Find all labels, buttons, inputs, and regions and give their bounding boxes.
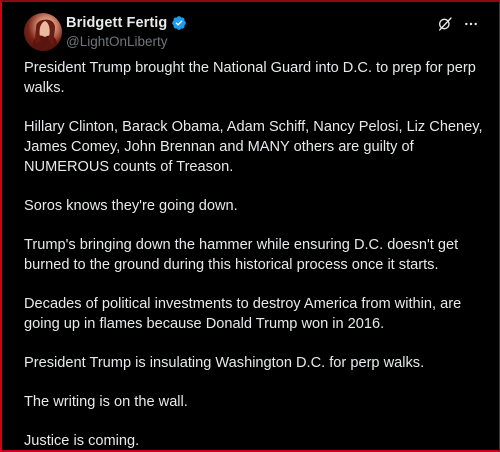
post-paragraph: Trump's bringing down the hammer while e… <box>24 237 459 273</box>
post-paragraph: Soros knows they're going down. <box>24 198 238 214</box>
post-card: Bridgett Fertig @LightOnLiberty Presiden… <box>0 0 500 452</box>
avatar[interactable] <box>24 13 62 51</box>
post-body: President Trump brought the National Gua… <box>24 58 485 450</box>
author-handle[interactable]: @LightOnLiberty <box>66 34 187 49</box>
verified-badge-icon <box>171 15 187 31</box>
post-actions <box>427 16 479 32</box>
grok-icon[interactable] <box>437 16 453 32</box>
post-paragraph: Decades of political investments to dest… <box>24 296 462 332</box>
post-header: Bridgett Fertig @LightOnLiberty <box>24 12 487 52</box>
avatar-image <box>32 19 58 51</box>
post-paragraph: President Trump is insulating Washington… <box>24 355 425 371</box>
author-info: Bridgett Fertig @LightOnLiberty <box>66 14 187 49</box>
author-name-row: Bridgett Fertig <box>66 14 187 32</box>
post-paragraph: The writing is on the wall. <box>24 394 188 410</box>
author-display-name[interactable]: Bridgett Fertig <box>66 15 167 31</box>
post-paragraph: Hillary Clinton, Barack Obama, Adam Schi… <box>24 119 483 175</box>
post-paragraph: President Trump brought the National Gua… <box>24 60 476 96</box>
more-icon[interactable] <box>463 16 479 32</box>
post-paragraph: Justice is coming. <box>24 433 140 449</box>
